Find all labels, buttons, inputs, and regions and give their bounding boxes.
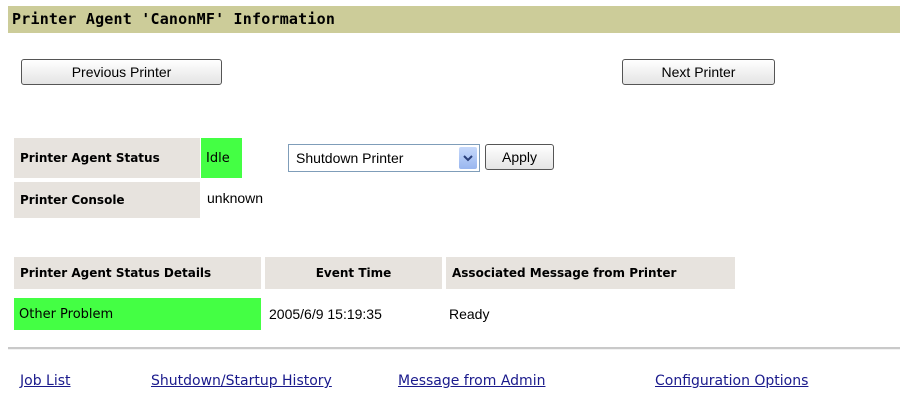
configuration-options-link[interactable]: Configuration Options (655, 373, 808, 389)
printer-console-label: Printer Console (14, 182, 200, 218)
printer-action-selected: Shutdown Printer (296, 150, 404, 166)
printer-console-value: unknown (207, 190, 264, 206)
job-list-link[interactable]: Job List (20, 373, 71, 389)
next-printer-button[interactable]: Next Printer (622, 59, 775, 85)
chevron-down-icon[interactable] (459, 147, 477, 169)
page-title: Printer Agent 'CanonMF' Information (8, 6, 900, 33)
shutdown-startup-history-link[interactable]: Shutdown/Startup History (151, 373, 332, 389)
printer-agent-status-label: Printer Agent Status (14, 138, 200, 178)
column-header-event-time: Event Time (265, 257, 442, 289)
divider (8, 347, 900, 350)
message-from-admin-link[interactable]: Message from Admin (398, 373, 545, 389)
apply-button[interactable]: Apply (485, 144, 554, 170)
column-header-message: Associated Message from Printer (446, 257, 735, 289)
status-badge: Idle (201, 138, 242, 178)
status-details-cell: Other Problem (14, 298, 261, 330)
printer-message-cell: Ready (449, 306, 490, 322)
previous-printer-button[interactable]: Previous Printer (21, 59, 222, 85)
column-header-details: Printer Agent Status Details (14, 257, 261, 289)
printer-action-select[interactable]: Shutdown Printer (288, 144, 480, 172)
event-time-cell: 2005/6/9 15:19:35 (269, 306, 382, 322)
